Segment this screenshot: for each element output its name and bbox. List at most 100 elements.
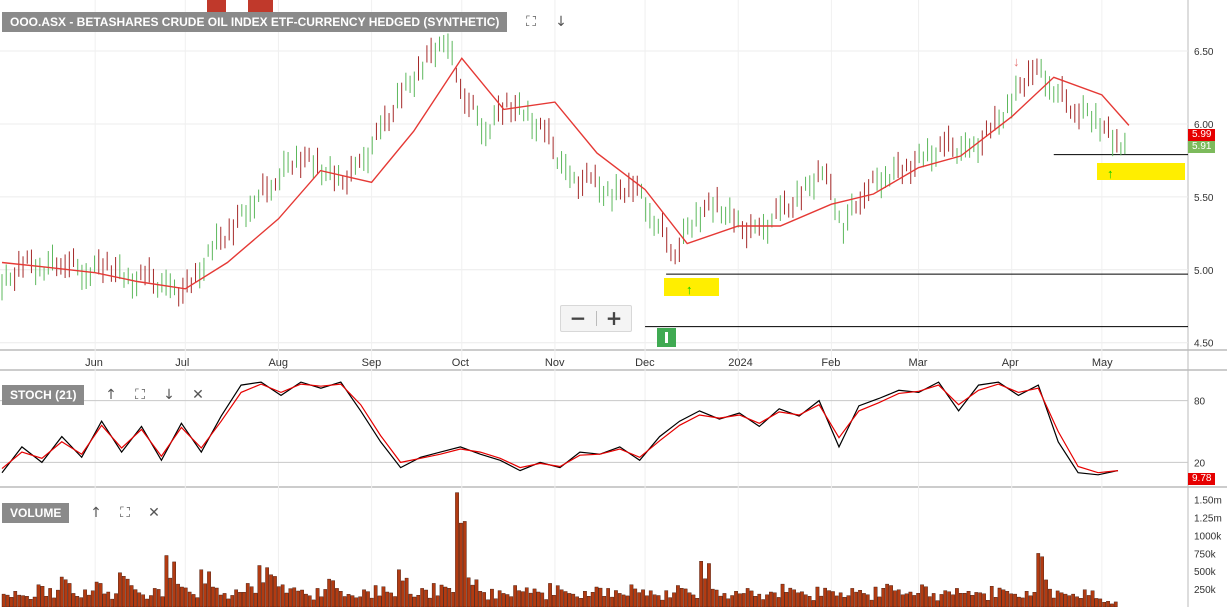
price-label-close: 5.91 <box>1188 141 1216 153</box>
volume-bar <box>17 594 21 608</box>
volume-arrow-up-icon[interactable]: ↑ <box>87 504 105 522</box>
volume-bar <box>962 593 967 608</box>
volume-bar <box>358 596 362 608</box>
volume-bar <box>280 584 285 608</box>
volume-bar <box>366 591 370 608</box>
x-tick-label: Jul <box>175 357 189 369</box>
volume-bar <box>656 595 661 608</box>
volume-bar <box>815 586 820 608</box>
volume-bar <box>784 592 789 608</box>
volume-bar <box>563 591 568 608</box>
stoch-arrow-up-icon[interactable]: ↑ <box>102 386 120 404</box>
volume-bar <box>854 591 858 608</box>
volume-bar <box>524 587 529 608</box>
zoom-out-button[interactable]: − <box>561 306 595 331</box>
volume-bar <box>633 588 638 608</box>
volume-bar <box>625 595 630 608</box>
volume-bar <box>183 587 188 608</box>
volume-bar <box>5 594 10 608</box>
volume-bar <box>974 592 979 608</box>
volume-bar <box>493 598 498 608</box>
volume-bar <box>993 597 998 608</box>
signal-down-arrow: ↓ <box>1013 54 1020 69</box>
volume-bar <box>296 590 300 608</box>
stoch-expand-icon[interactable]: ⛶ <box>131 386 149 404</box>
volume-bar <box>114 593 118 608</box>
volume-bar <box>544 599 548 608</box>
volume-bar <box>780 583 785 608</box>
volume-bar <box>869 599 874 608</box>
signal-up-arrow: ↑ <box>686 282 693 297</box>
volume-bar <box>52 597 56 608</box>
volume-bar <box>350 595 355 608</box>
volume-bar <box>858 590 862 608</box>
volume-bar <box>447 588 452 608</box>
volume-bar <box>331 580 335 608</box>
volume-bar <box>211 586 215 608</box>
volume-bar <box>28 599 33 608</box>
volume-bar <box>668 597 672 608</box>
volume-bar <box>397 569 401 608</box>
volume-bar <box>660 599 665 608</box>
volume-bar <box>1086 595 1091 608</box>
volume-bar <box>466 577 471 608</box>
volume-bar <box>927 596 932 608</box>
volume-bar <box>982 593 986 608</box>
volume-bar <box>1024 591 1029 608</box>
volume-bar <box>412 596 417 608</box>
volume-bar <box>827 590 831 608</box>
volume-bar <box>931 593 936 608</box>
volume-bar <box>757 593 762 608</box>
volume-bar <box>885 583 889 608</box>
volume-bar <box>1102 602 1106 608</box>
volume-bar <box>598 587 603 608</box>
volume-bar <box>997 587 1002 608</box>
volume-bar <box>145 598 149 608</box>
price-arrow-down-icon[interactable]: ↓ <box>552 13 570 31</box>
volume-bar <box>838 592 843 608</box>
volume-bar <box>443 586 448 608</box>
volume-bar <box>672 592 676 608</box>
volume-bar <box>129 585 134 608</box>
volume-bar <box>32 596 37 608</box>
volume-bar <box>94 581 99 608</box>
volume-bar <box>730 595 734 608</box>
volume-close-icon[interactable]: ✕ <box>145 504 163 522</box>
price-expand-icon[interactable]: ⛶ <box>522 13 540 31</box>
volume-bar <box>195 597 200 608</box>
volume-bar <box>889 585 893 608</box>
volume-bar <box>63 579 68 608</box>
volume-bar <box>284 592 289 608</box>
volume-bar <box>873 586 878 608</box>
volume-bar <box>1079 598 1083 608</box>
volume-bar <box>354 597 359 608</box>
stoch-arrow-down-icon[interactable]: ↓ <box>160 386 178 404</box>
volume-bar <box>1017 596 1021 608</box>
volume-bar <box>276 586 281 608</box>
volume-bar <box>214 587 219 608</box>
price-y-tick-label: 5.00 <box>1194 266 1214 277</box>
volume-bar <box>369 597 374 608</box>
volume-bar <box>916 593 920 608</box>
volume-y-tick-label: 500k <box>1194 567 1217 578</box>
volume-bar <box>238 592 242 608</box>
volume-bar <box>517 590 521 608</box>
volume-bar <box>912 595 917 608</box>
volume-bar <box>164 555 169 608</box>
volume-bar <box>970 595 975 608</box>
volume-bar <box>482 592 486 608</box>
volume-y-tick-label: 250k <box>1194 585 1217 596</box>
volume-expand-icon[interactable]: ⛶ <box>116 504 134 522</box>
zoom-in-button[interactable]: + <box>597 306 631 331</box>
volume-bar <box>497 590 502 608</box>
volume-bar <box>1044 579 1048 608</box>
volume-bar <box>769 591 773 608</box>
volume-bar <box>245 583 250 608</box>
volume-bar <box>989 586 994 608</box>
stoch-close-icon[interactable]: ✕ <box>189 386 207 404</box>
volume-bar <box>722 593 727 608</box>
volume-bar <box>803 594 808 608</box>
volume-bar <box>741 593 746 608</box>
volume-bar <box>439 584 444 608</box>
volume-bar <box>819 595 824 608</box>
